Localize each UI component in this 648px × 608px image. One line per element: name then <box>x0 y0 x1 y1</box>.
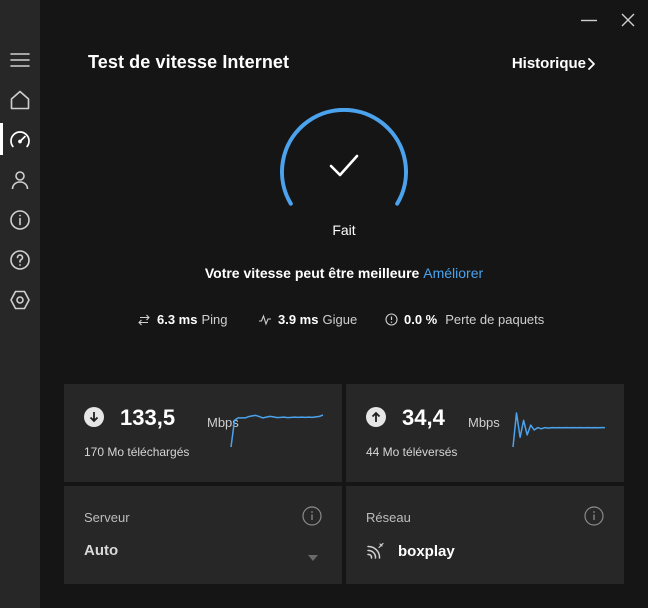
settings-hexagon-icon[interactable] <box>8 288 32 312</box>
checkmark-icon <box>328 152 360 185</box>
sidebar <box>0 0 40 608</box>
ping-metric: 6.3 ms Ping <box>137 312 228 327</box>
upload-subtitle: 44 Mo téléversés <box>366 445 458 459</box>
chevron-right-icon <box>586 56 596 77</box>
dropdown-caret-icon <box>308 548 318 566</box>
jitter-wave-icon <box>259 313 271 326</box>
jitter-label: Gigue <box>322 312 358 327</box>
test-status: Fait <box>332 222 356 238</box>
close-icon <box>621 13 635 27</box>
network-info-icon[interactable] <box>584 506 604 526</box>
person-icon[interactable] <box>8 168 32 192</box>
download-arrow-icon <box>84 407 104 427</box>
wifi-network-icon <box>366 540 386 560</box>
alert-circle-icon <box>385 313 398 326</box>
packet-loss-value: 0.0 % <box>404 312 438 327</box>
server-value: Auto <box>84 542 119 559</box>
ping-label: Ping <box>201 312 228 327</box>
page-title: Test de vitesse Internet <box>88 52 290 72</box>
jitter-metric: 3.9 ms Gigue <box>258 312 357 327</box>
packet-loss-metric: 0.0 % Perte de paquets <box>385 312 544 327</box>
minimize-icon <box>581 19 597 22</box>
improve-link[interactable]: Améliorer <box>423 265 483 281</box>
home-icon[interactable] <box>8 88 32 112</box>
server-label: Serveur <box>84 510 130 525</box>
packet-loss-label: Perte de paquets <box>445 312 545 327</box>
server-selector[interactable]: Serveur Auto <box>64 486 342 584</box>
hamburger-menu-icon[interactable] <box>8 48 32 72</box>
close-button[interactable] <box>616 8 640 32</box>
network-card: Réseau boxplay <box>346 486 624 584</box>
upload-arrow-icon <box>366 407 386 427</box>
ping-arrows-icon <box>138 314 150 325</box>
download-sparkline <box>230 414 324 448</box>
speed-message-text: Votre vitesse peut être meilleure <box>204 265 420 281</box>
network-label: Réseau <box>366 510 411 525</box>
speedometer-icon[interactable] <box>8 128 32 152</box>
download-card: 133,5 Mbps 170 Mo téléchargés <box>64 384 342 482</box>
history-label: Historique <box>511 55 586 72</box>
history-link[interactable]: Historique <box>512 55 586 72</box>
minimize-button[interactable] <box>577 8 601 32</box>
upload-speed-unit: Mbps <box>468 415 500 430</box>
download-speed-value: 133,5 <box>120 405 176 430</box>
speed-message: Votre vitesse peut être meilleure Amélio… <box>0 265 648 281</box>
upload-card: 34,4 Mbps 44 Mo téléversés <box>346 384 624 482</box>
network-name: boxplay <box>398 543 455 560</box>
upload-speed-value: 34,4 <box>402 405 445 430</box>
server-info-icon[interactable] <box>302 506 322 526</box>
sidebar-active-indicator <box>0 123 3 155</box>
upload-sparkline <box>512 412 605 448</box>
jitter-value: 3.9 ms <box>278 312 319 327</box>
download-subtitle: 170 Mo téléchargés <box>84 445 190 459</box>
ping-value: 6.3 ms <box>157 312 198 327</box>
